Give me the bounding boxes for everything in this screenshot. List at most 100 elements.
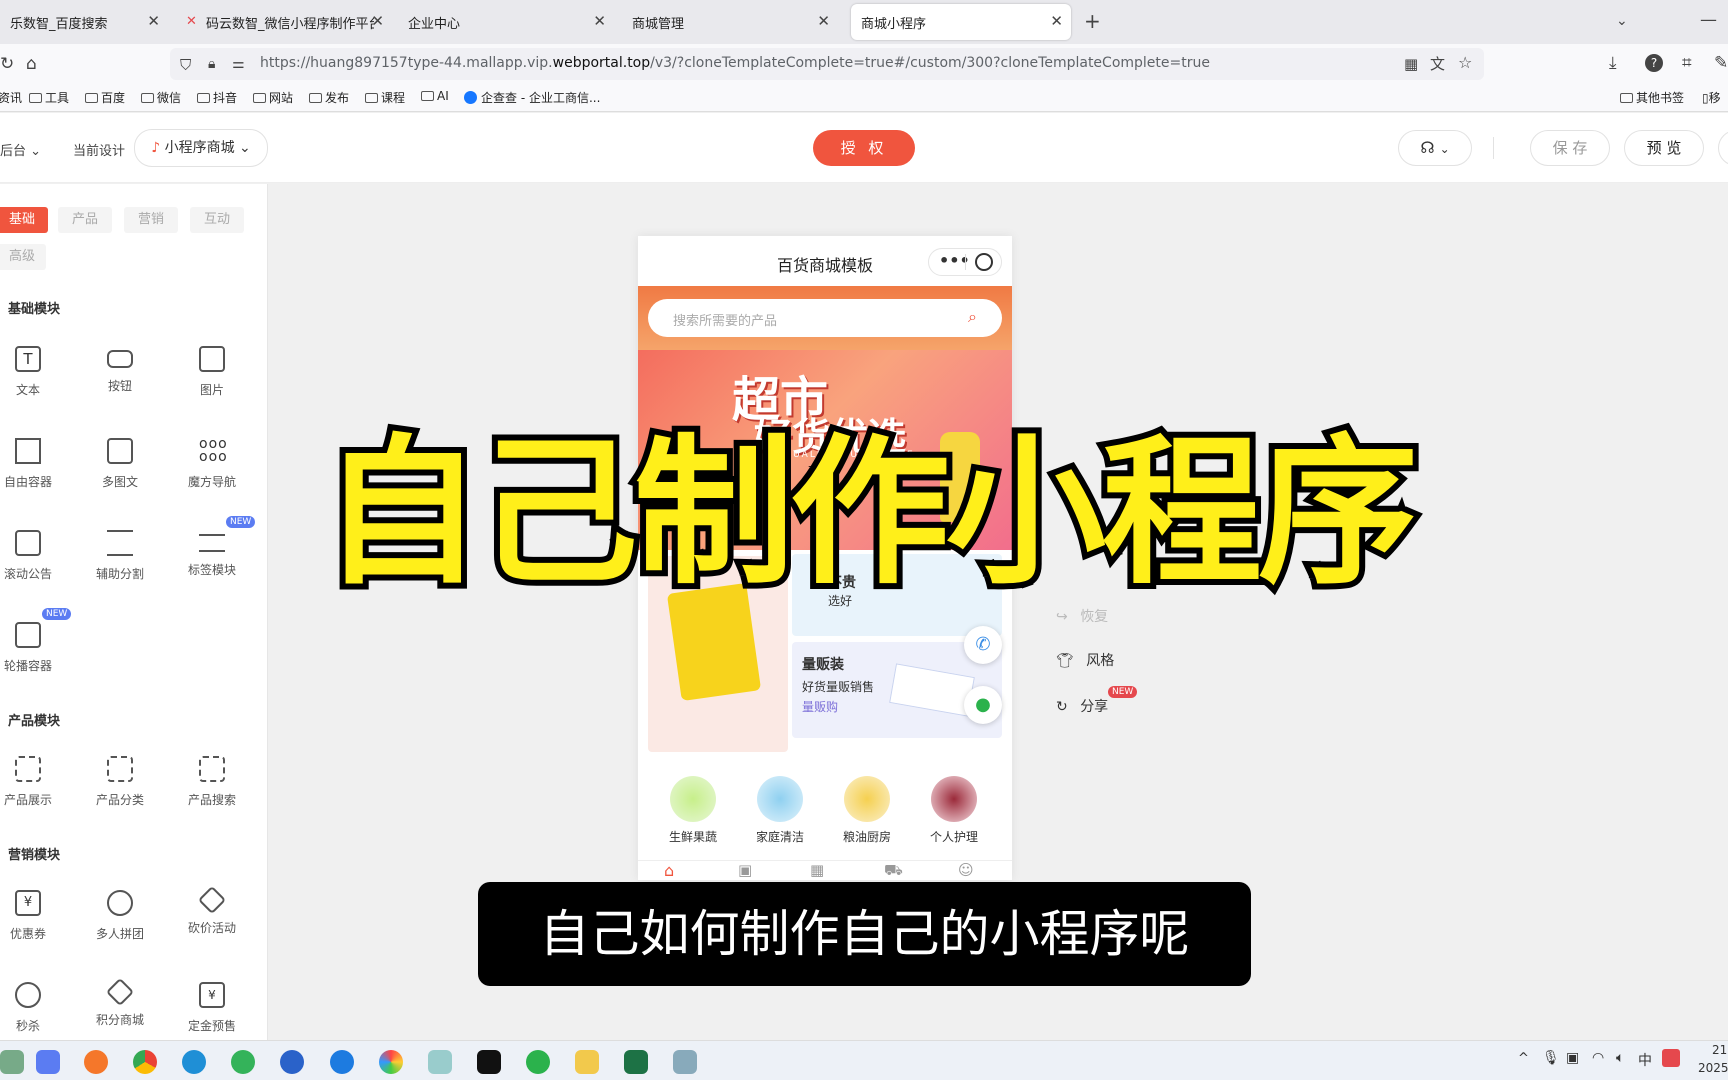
qq-icon[interactable] [477, 1050, 501, 1074]
tab-enterprise[interactable]: 企业中心 ✕ [398, 4, 614, 40]
bookmark-other[interactable]: 其他书签 [1620, 89, 1684, 106]
bookmark-qichacha[interactable]: 企查查 - 企业工商信... [464, 89, 600, 106]
bookmark-folder[interactable]: 发布 [309, 89, 349, 106]
save-button[interactable]: 保 存 [1530, 130, 1610, 166]
close-target-icon[interactable] [975, 253, 993, 271]
sogou-ime-icon[interactable] [1662, 1049, 1680, 1067]
tab-interaction[interactable]: 互动 [190, 207, 244, 233]
close-icon[interactable]: ✕ [147, 12, 160, 30]
style-button[interactable]: 👕︎ 风格 [1056, 650, 1114, 670]
camera-icon[interactable]: ▣ [1566, 1050, 1579, 1066]
module-product-category[interactable]: 产品分类 [80, 756, 160, 820]
restore-button[interactable]: ↪ 恢复 [1056, 606, 1108, 626]
tab-mall-manage[interactable]: 商城管理 ✕ [622, 4, 838, 40]
module-free-container[interactable]: 自由容器 [0, 438, 68, 502]
home-icon[interactable]: ⌂ [26, 54, 37, 74]
address-bar[interactable]: ⛉ 🔒︎ ⚌ https://huang897157type-44.mallap… [170, 48, 1484, 80]
authorize-button[interactable]: 授 权 [813, 130, 915, 166]
firefox-icon[interactable] [84, 1050, 108, 1074]
more-button[interactable] [1718, 130, 1728, 166]
qr-code-icon[interactable]: ▦ [1404, 54, 1418, 74]
clock-date[interactable]: 2025 [1698, 1061, 1728, 1075]
module-button[interactable]: 按钮 [80, 346, 160, 410]
notes-app-icon[interactable] [36, 1050, 60, 1074]
module-tag[interactable]: 标签模块 [172, 530, 252, 594]
excel-icon[interactable] [624, 1050, 648, 1074]
wechat-icon[interactable]: ● [964, 686, 1002, 724]
module-seckill[interactable]: 秒杀 [0, 982, 68, 1040]
module-text[interactable]: T 文本 [0, 346, 68, 410]
app-icon[interactable] [0, 1050, 24, 1074]
close-icon[interactable]: ✕ [593, 12, 606, 30]
microphone-icon[interactable]: 🎙︎ [1542, 1050, 1560, 1066]
preview-button[interactable]: 预 览 [1624, 130, 1704, 166]
bookmark-folder[interactable]: 课程 [365, 89, 405, 106]
module-points-mall[interactable]: 积分商城 [80, 977, 160, 1040]
settings-app-icon[interactable] [428, 1050, 452, 1074]
tab-product[interactable]: 产品 [58, 207, 112, 233]
search-icon[interactable]: ⌕ [968, 307, 977, 327]
sogou-icon[interactable] [280, 1050, 304, 1074]
module-notice[interactable]: 滚动公告 [0, 530, 68, 594]
design-selector[interactable]: ♪ 小程序商城 ⌄ [134, 129, 268, 167]
ime-indicator[interactable]: 中 [1638, 1050, 1652, 1070]
category-fresh[interactable]: 生鲜果蔬 [653, 776, 733, 845]
module-deposit-presale[interactable]: ¥ 定金预售 [172, 982, 252, 1040]
tab-marketing[interactable]: 营销 [124, 207, 178, 233]
chevron-down-icon[interactable]: ⌄ [1616, 11, 1628, 31]
bookmark-item[interactable]: 资讯 [0, 89, 22, 106]
module-group-buy[interactable]: 多人拼团 [80, 890, 160, 954]
module-cube-nav[interactable]: ooo ooo 魔方导航 [172, 437, 252, 502]
tab-basic[interactable]: 基础 [0, 207, 48, 233]
wechat-app-icon[interactable] [526, 1050, 550, 1074]
category-kitchen[interactable]: 粮油厨房 [827, 776, 907, 845]
shield-icon[interactable]: ⛉ [180, 55, 191, 75]
phone-call-icon[interactable]: ✆ [964, 626, 1002, 664]
file-explorer-icon[interactable] [575, 1050, 599, 1074]
edge-icon[interactable] [182, 1050, 206, 1074]
download-icon[interactable]: ⤓ [1609, 53, 1617, 73]
wifi-icon[interactable]: ◠ [1592, 1050, 1604, 1066]
module-bargain[interactable]: 砍价活动 [172, 885, 252, 954]
lock-icon[interactable]: 🔒︎ [208, 54, 215, 74]
module-coupon[interactable]: ¥ 优惠券 [0, 890, 68, 954]
module-carousel[interactable]: 轮播容器 [0, 622, 68, 686]
bookmark-folder[interactable]: 百度 [85, 89, 125, 106]
url-text[interactable]: https://huang897157type-44.mallapp.vip.w… [260, 55, 1210, 71]
star-icon[interactable]: ☆ [1458, 53, 1472, 73]
category-grid-icon[interactable]: ▦ [810, 861, 824, 879]
search-input[interactable]: 搜索所需要的产品 ⌕ [648, 299, 1002, 337]
share-button[interactable]: ↻ 分享 [1056, 696, 1108, 716]
new-tab-icon[interactable]: + [1084, 11, 1101, 31]
photos-app-icon[interactable] [379, 1050, 403, 1074]
browser-app-icon[interactable] [231, 1050, 255, 1074]
tray-chevron-icon[interactable]: ^ [1518, 1051, 1529, 1066]
module-multi-image-text[interactable]: 多图文 [80, 438, 160, 502]
module-product-display[interactable]: 产品展示 [0, 756, 68, 820]
back-to-admin[interactable]: 后台 ⌄ [0, 140, 41, 159]
bookmark-folder[interactable]: 微信 [141, 89, 181, 106]
close-icon[interactable]: ✕ [371, 12, 384, 30]
tab-mall-miniapp[interactable]: 商城小程序 ✕ [851, 4, 1071, 40]
module-product-search[interactable]: 产品搜索 [172, 756, 252, 820]
tab-baidu[interactable]: 乐数智_百度搜索 ✕ [0, 4, 168, 40]
help-icon[interactable]: ? [1645, 54, 1663, 72]
bookmark-folder[interactable]: 抖音 [197, 89, 237, 106]
reload-icon[interactable]: ↻ [0, 54, 14, 74]
module-image[interactable]: 图片 [172, 346, 252, 410]
bookmark-mobile[interactable]: ▯移 [1702, 89, 1721, 106]
cart-icon[interactable]: ⛟ [884, 861, 903, 880]
category-personal-care[interactable]: 个人护理 [914, 776, 994, 845]
support-button[interactable]: ☊ ⌄ [1398, 130, 1472, 166]
bookmark-folder[interactable]: 网站 [253, 89, 293, 106]
minimize-icon[interactable]: — [1700, 10, 1717, 30]
miniapp-capsule[interactable]: ••• [928, 248, 1002, 276]
permissions-icon[interactable]: ⚌ [232, 54, 245, 74]
translate-icon[interactable]: 文 [1430, 54, 1445, 74]
pen-icon[interactable]: ✎ [1714, 53, 1728, 73]
module-divider[interactable]: 辅助分割 [80, 530, 160, 594]
tab-mayun[interactable]: ✕ 码云数智_微信小程序制作平台_ ✕ [176, 4, 392, 40]
bookmark-folder[interactable]: 工具 [29, 89, 69, 106]
home-icon[interactable]: ⌂ [664, 861, 674, 880]
close-icon[interactable]: ✕ [817, 12, 830, 30]
